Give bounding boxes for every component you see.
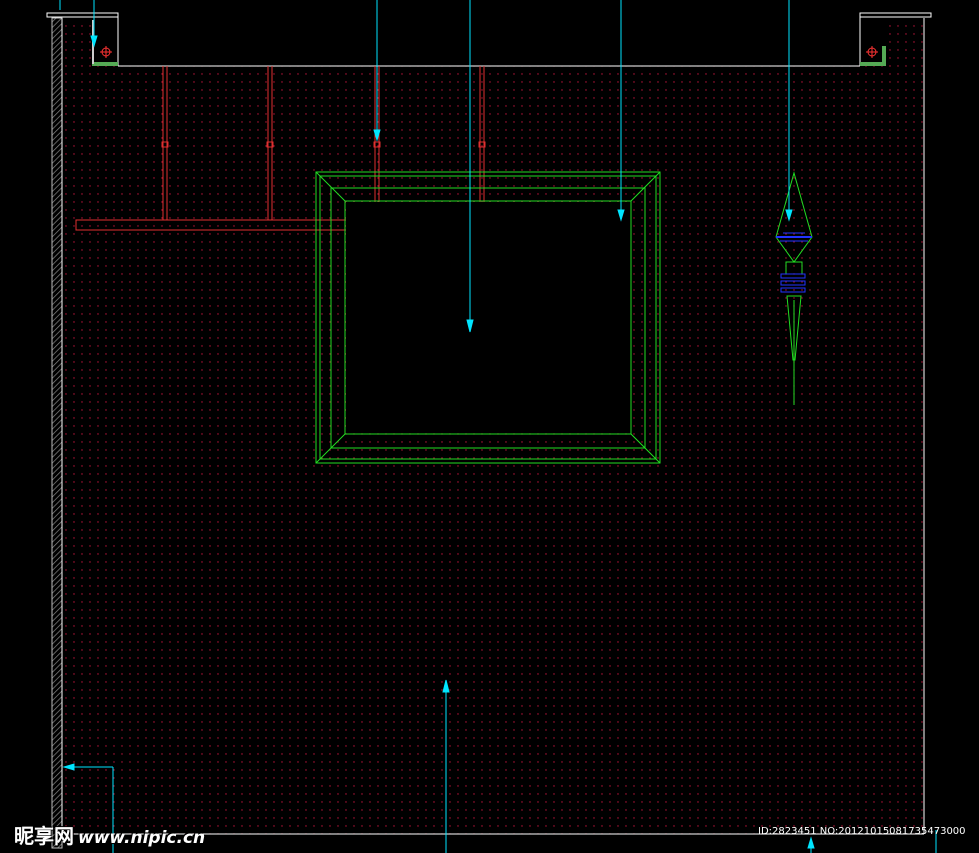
- cad-drawing: [46, 0, 937, 853]
- watermark-url[interactable]: www.nipic.cn: [78, 828, 205, 848]
- top-dot-field-right: [886, 20, 924, 66]
- watermark: 昵享网 www.nipic.cn: [14, 820, 205, 849]
- wall-dot-field: [62, 66, 924, 834]
- corner-fixture-right: [860, 46, 886, 66]
- frame-opening: [346, 202, 630, 433]
- corner-fixture-left: [92, 20, 118, 66]
- left-hatched-wall: [51, 17, 63, 849]
- image-id-text: ID:2823451 NO:20121015081735473000: [758, 826, 966, 837]
- watermark-brand: 昵享网: [14, 824, 74, 848]
- top-dot-field-left: [62, 20, 92, 66]
